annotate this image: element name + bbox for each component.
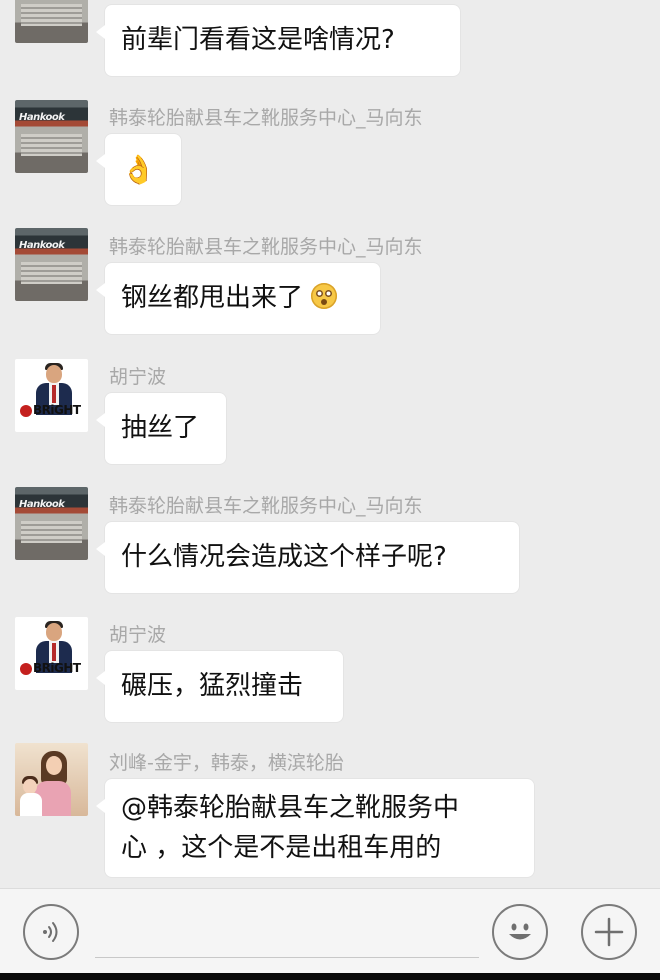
- sender-name: 韩泰轮胎献县车之靴服务中心_马向东: [109, 107, 423, 129]
- message-bubble[interactable]: @韩泰轮胎献县车之靴服务中 心 ，这个是不是出租车用的: [96, 779, 534, 877]
- avatar[interactable]: BRiGHT: [15, 617, 88, 690]
- voice-button[interactable]: [23, 904, 79, 960]
- surprised-face-icon: [311, 283, 338, 309]
- input-bar: [0, 888, 660, 980]
- message-bubble[interactable]: 钢丝都甩出来了: [96, 263, 380, 334]
- sender-name: 刘峰-金宇，韩泰，横滨轮胎: [109, 752, 344, 774]
- avatar[interactable]: [15, 743, 88, 816]
- avatar[interactable]: Hankook: [15, 487, 88, 560]
- message-text: 前辈门看看这是啥情况?: [121, 25, 395, 55]
- plus-icon: [594, 917, 624, 947]
- message-bubble[interactable]: 碾压，猛烈撞击: [96, 651, 343, 722]
- avatar[interactable]: Hankook: [15, 0, 88, 43]
- avatar-brand-text: Hankook: [19, 112, 65, 123]
- message-bubble[interactable]: 前辈门看看这是啥情况?: [96, 5, 460, 76]
- avatar[interactable]: BRiGHT: [15, 359, 88, 432]
- bright-logo-icon: BRiGHT: [20, 403, 82, 423]
- bright-logo-icon: BRiGHT: [20, 661, 82, 681]
- message-text-line: 心 ，这个是不是出租车用的: [121, 833, 442, 863]
- message-text: 什么情况会造成这个样子呢?: [121, 542, 447, 572]
- message-input[interactable]: [95, 915, 479, 958]
- message-text: 钢丝都甩出来了: [121, 283, 304, 313]
- bottom-edge: [0, 973, 660, 980]
- message-text-line: @韩泰轮胎献县车之靴服务中: [121, 793, 460, 823]
- avatar-shutter-graphic: [21, 4, 82, 26]
- message-text: 碾压，猛烈撞击: [121, 671, 304, 701]
- avatar[interactable]: Hankook: [15, 228, 88, 301]
- message-text: 抽丝了: [121, 413, 200, 443]
- avatar-shutter-graphic: [21, 262, 82, 284]
- chat-message-list[interactable]: Hankook 前辈门看看这是啥情况? Hankook 韩泰轮胎献县车之靴服务中…: [0, 0, 660, 888]
- sender-name: 胡宁波: [109, 366, 167, 388]
- voice-icon: [43, 922, 58, 942]
- ok-hand-icon: 👌: [121, 153, 156, 186]
- smiley-icon: [509, 923, 531, 940]
- avatar-brand-text: Hankook: [19, 240, 65, 251]
- more-button[interactable]: [581, 904, 637, 960]
- avatar-shutter-graphic: [21, 521, 82, 543]
- message-bubble[interactable]: 👌: [96, 134, 181, 205]
- avatar[interactable]: Hankook: [15, 100, 88, 173]
- sender-name: 韩泰轮胎献县车之靴服务中心_马向东: [109, 495, 423, 517]
- message-bubble[interactable]: 抽丝了: [96, 393, 226, 464]
- avatar-brand-text: Hankook: [19, 499, 65, 510]
- sender-name: 胡宁波: [109, 624, 167, 646]
- avatar-shutter-graphic: [21, 134, 82, 156]
- sender-name: 韩泰轮胎献县车之靴服务中心_马向东: [109, 236, 423, 258]
- message-bubble[interactable]: 什么情况会造成这个样子呢?: [96, 522, 519, 593]
- emoji-button[interactable]: [492, 904, 548, 960]
